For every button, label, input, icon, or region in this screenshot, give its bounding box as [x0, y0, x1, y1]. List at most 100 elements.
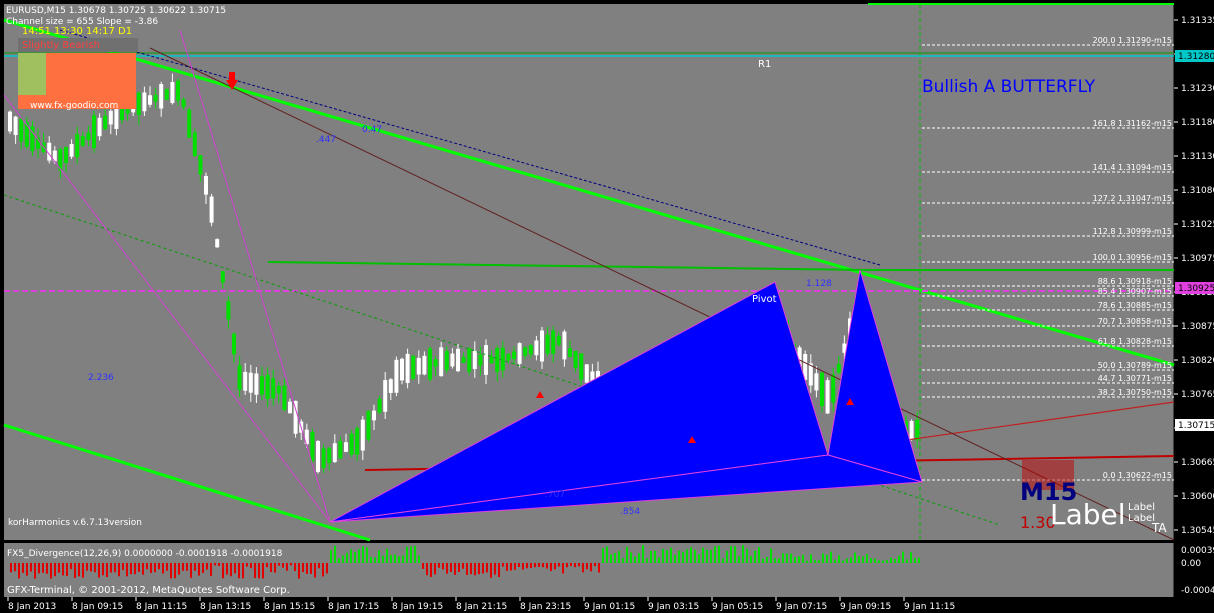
panel-text-2: Slightly Bearish — [22, 40, 100, 51]
osc-bar — [202, 563, 204, 573]
panel-block-1 — [18, 53, 46, 67]
osc-bar — [750, 556, 752, 563]
time-tick-label: 8 Jan 23:15 — [520, 602, 571, 612]
candle-body — [422, 355, 427, 375]
osc-bar — [658, 557, 660, 563]
osc-bar — [834, 559, 836, 563]
panel-block-2 — [46, 53, 136, 67]
time-tick-label: 9 Jan 09:15 — [840, 602, 891, 612]
osc-bar — [278, 563, 280, 566]
candle-body — [405, 353, 410, 384]
candle-body — [579, 353, 584, 380]
osc-tick-label: -0.00042 — [1181, 586, 1214, 596]
osc-bar — [14, 563, 16, 572]
osc-bar — [398, 556, 400, 563]
osc-bar — [142, 563, 144, 575]
candle-body — [836, 363, 841, 373]
osc-bar — [210, 563, 212, 576]
osc-bar — [702, 547, 704, 563]
candle-body — [8, 111, 12, 132]
osc-bar — [674, 554, 676, 563]
fib-level-label: 112.8 1.30999-m15 — [1093, 227, 1172, 236]
candle-body — [176, 80, 180, 101]
candle-body — [237, 365, 242, 390]
osc-bar — [894, 558, 896, 563]
candle-body — [450, 353, 455, 367]
osc-bar — [34, 563, 36, 579]
candle-body — [181, 99, 186, 108]
osc-bar — [226, 563, 228, 575]
candle-body — [355, 428, 360, 455]
osc-bar — [458, 563, 460, 572]
candle-body — [159, 84, 164, 109]
osc-bar — [338, 558, 340, 563]
price-chart[interactable]: 200.0 1.31290-m15 161.8 1.31162-m15 141.4 … — [0, 0, 1214, 613]
osc-bar — [326, 563, 328, 574]
time-axis: 8 Jan 2013 8 Jan 09:15 8 Jan 11:15 8 Jan 13… — [7, 597, 955, 612]
osc-bar — [818, 560, 820, 563]
osc-bar — [466, 563, 468, 575]
osc-bar — [654, 550, 656, 563]
osc-bar — [754, 550, 756, 563]
candle-body — [545, 334, 550, 354]
candle-body — [411, 355, 416, 379]
candle-body — [556, 335, 561, 345]
time-tick-label: 8 Jan 19:15 — [392, 602, 443, 612]
panel-text-3: www.fx-goodio.com — [30, 101, 118, 111]
candle-body — [433, 359, 438, 367]
osc-bar — [282, 563, 284, 568]
osc-bar — [214, 563, 216, 566]
osc-bar — [346, 552, 348, 563]
candle-body — [164, 89, 169, 100]
candle-body — [540, 330, 544, 362]
candle-body — [254, 373, 259, 395]
fib-ratio-1: .447 — [316, 135, 336, 145]
osc-bar — [554, 563, 556, 570]
osc-bar — [490, 563, 492, 578]
osc-bar — [486, 563, 488, 573]
osc-bar — [430, 563, 432, 578]
panel-text-1: 14:51 13:30 14:17 D1 — [22, 26, 132, 37]
panel-block-5 — [18, 81, 46, 95]
candle-body — [831, 374, 836, 403]
candle-body — [198, 155, 203, 175]
candle-body — [372, 410, 376, 421]
fib-level-label: 0.0 1.30622-m15 — [1103, 471, 1172, 480]
fib-level-label: 161.8 1.31162-m15 — [1093, 119, 1172, 128]
osc-bar — [314, 563, 316, 578]
candle-body — [820, 372, 824, 407]
price-tick-label: 1.30665 — [1181, 458, 1214, 468]
osc-bar — [330, 550, 332, 563]
time-tick-label: 9 Jan 01:15 — [584, 602, 635, 612]
osc-bar — [62, 563, 64, 576]
osc-bar — [42, 563, 44, 573]
osc-bar — [318, 563, 320, 569]
candle-body — [103, 115, 108, 130]
osc-bar — [134, 563, 136, 575]
osc-bar — [462, 563, 464, 569]
osc-bar — [150, 563, 152, 573]
osc-bar — [378, 550, 380, 563]
osc-bar — [218, 563, 220, 566]
price-tick-label: 1.30820 — [1181, 356, 1214, 366]
osc-bar — [10, 563, 12, 573]
down-arrow-stem — [229, 72, 235, 81]
osc-bar — [810, 554, 812, 563]
osc-bar — [830, 551, 832, 563]
osc-bar — [690, 547, 692, 563]
price-axis: 1.31335 1.31280 1.31230 1.31180 1.31130 1.310… — [1174, 16, 1214, 536]
candle-body — [215, 239, 220, 248]
time-tick-label: 8 Jan 21:15 — [456, 602, 507, 612]
osc-bar — [858, 556, 860, 563]
copyright: GFX-Terminal, © 2001-2012, MetaQuotes So… — [7, 585, 290, 596]
candle-body — [209, 196, 214, 223]
osc-bar — [482, 563, 484, 574]
osc-bar — [814, 560, 816, 563]
osc-bar — [538, 563, 540, 567]
osc-bar — [102, 563, 104, 576]
osc-bar — [890, 557, 892, 563]
candle-body — [360, 419, 365, 451]
candle-body — [321, 448, 326, 468]
osc-bar — [910, 552, 912, 563]
candle-body — [170, 82, 175, 104]
